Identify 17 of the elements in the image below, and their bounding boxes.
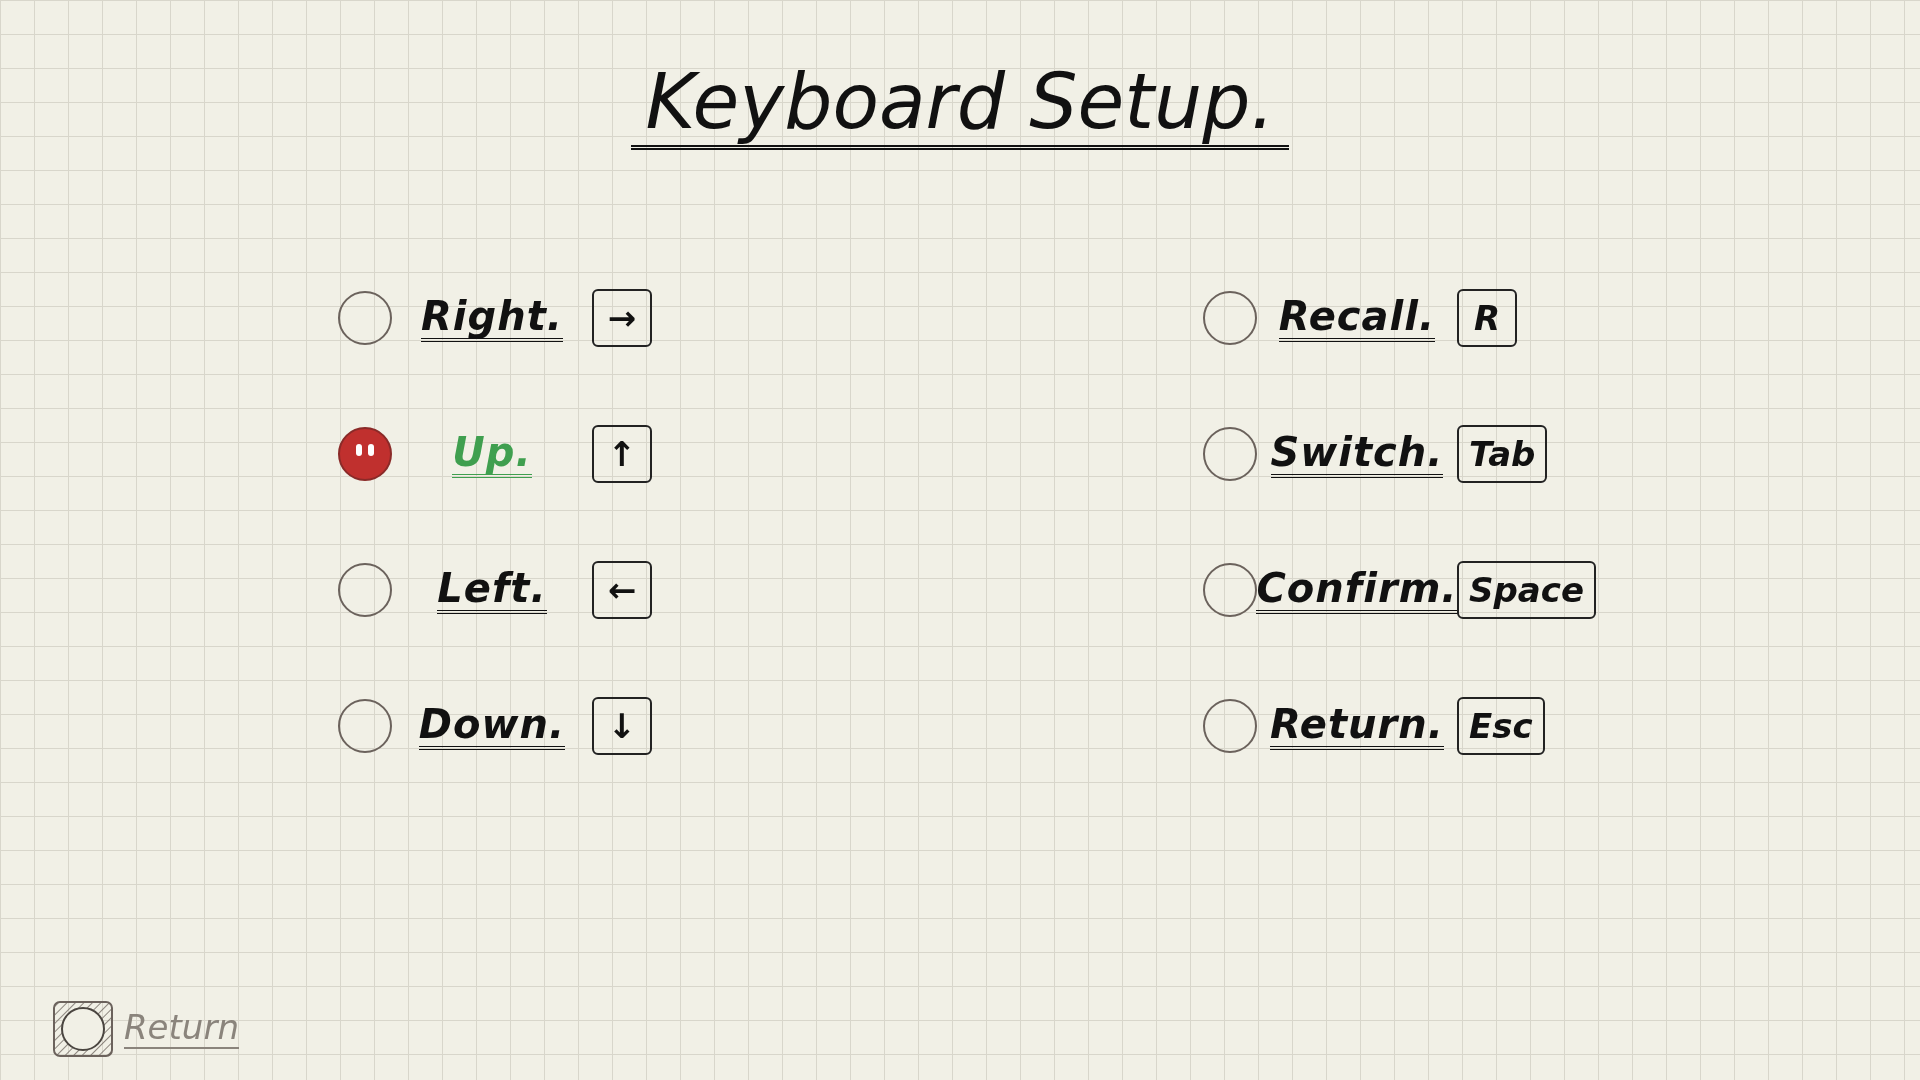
- action-label: Right.: [421, 294, 563, 343]
- key-cap[interactable]: →: [592, 289, 652, 348]
- key-cap[interactable]: Space: [1457, 561, 1596, 620]
- key-cap[interactable]: R: [1457, 289, 1517, 348]
- action-label: Confirm.: [1256, 566, 1458, 615]
- key-cap[interactable]: Tab: [1457, 425, 1548, 484]
- action-label: Return.: [1270, 702, 1444, 751]
- key-cap[interactable]: ↑: [592, 425, 652, 484]
- action-label: Up.: [452, 430, 532, 479]
- action-label: Down.: [418, 702, 566, 751]
- action-label: Left.: [437, 566, 547, 615]
- action-label: Recall.: [1278, 294, 1436, 343]
- action-label: Switch.: [1270, 430, 1444, 479]
- page-title: Keyboard Setup.: [631, 58, 1289, 151]
- key-cap[interactable]: ↓: [592, 697, 652, 756]
- key-cap[interactable]: ←: [592, 561, 652, 620]
- key-cap[interactable]: Esc: [1457, 697, 1545, 756]
